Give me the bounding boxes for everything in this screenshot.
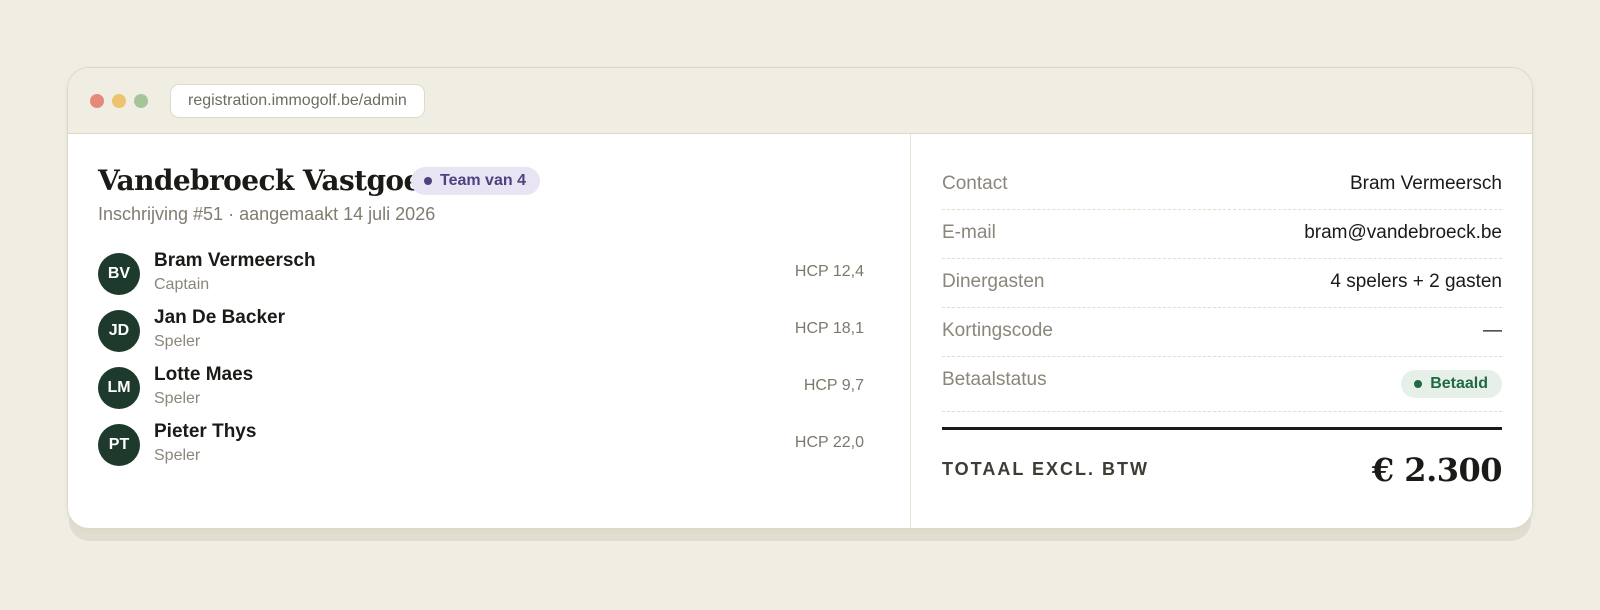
dinner-guests-value: 4 spelers + 2 gasten bbox=[1330, 271, 1502, 292]
player-name: Jan De Backer bbox=[154, 307, 285, 328]
player-handicap: HCP 22,0 bbox=[794, 434, 864, 451]
player-name: Lotte Maes bbox=[154, 364, 254, 385]
avatar: LM bbox=[98, 367, 140, 409]
player-row[interactable]: JD Jan De Backer Speler HCP 18,1 bbox=[98, 307, 864, 354]
bullet-icon bbox=[424, 177, 432, 185]
avatar: BV bbox=[98, 253, 140, 295]
player-row[interactable]: PT Pieter Thys Speler HCP 22,0 bbox=[98, 421, 864, 468]
dinner-guests-label: Dinergasten bbox=[942, 271, 1045, 292]
email-row: E-mail bram@vandebroeck.be bbox=[942, 210, 1502, 259]
avatar: PT bbox=[98, 424, 140, 466]
bullet-icon bbox=[1414, 380, 1423, 388]
payment-status-row: Betaalstatus Betaald bbox=[942, 357, 1502, 412]
total-label: TOTAAL EXCL. BTW bbox=[942, 459, 1149, 479]
browser-window: registration.immogolf.be/admin Vandebroe… bbox=[67, 67, 1533, 529]
team-size-label: Team van 4 bbox=[440, 172, 526, 189]
registration-panel: Vandebroeck Vastgoed Team van 4 Inschrij… bbox=[68, 134, 911, 528]
registration-subtitle: Inschrijving #51 · aangemaakt 14 juli 20… bbox=[98, 204, 436, 224]
player-handicap: HCP 18,1 bbox=[794, 320, 864, 337]
close-window-button[interactable] bbox=[90, 94, 104, 108]
payment-status-badge: Betaald bbox=[1401, 370, 1502, 398]
player-name: Pieter Thys bbox=[154, 421, 257, 442]
email-value[interactable]: bram@vandebroeck.be bbox=[1304, 222, 1502, 244]
contact-label: Contact bbox=[942, 173, 1008, 194]
company-title: Vandebroeck Vastgoed bbox=[98, 164, 440, 197]
avatar: JD bbox=[98, 310, 140, 352]
player-handicap: HCP 12,4 bbox=[794, 263, 864, 280]
team-size-badge: Team van 4 bbox=[411, 167, 540, 195]
payment-status-value: Betaald bbox=[1430, 375, 1488, 392]
dinner-guests-row: Dinergasten 4 spelers + 2 gasten bbox=[942, 259, 1502, 308]
total-divider bbox=[942, 427, 1502, 430]
discount-code-row: Kortingscode — bbox=[942, 308, 1502, 357]
minimize-window-button[interactable] bbox=[112, 94, 126, 108]
discount-code-label: Kortingscode bbox=[942, 320, 1053, 341]
details-panel: Contact Bram Vermeersch E-mail bram@vand… bbox=[912, 134, 1532, 528]
email-label: E-mail bbox=[942, 222, 996, 243]
contact-value: Bram Vermeersch bbox=[1349, 173, 1502, 194]
player-row[interactable]: BV Bram Vermeersch Captain HCP 12,4 bbox=[98, 250, 864, 297]
player-role: Speler bbox=[154, 333, 201, 350]
payment-status-label: Betaalstatus bbox=[942, 369, 1047, 390]
player-row[interactable]: LM Lotte Maes Speler HCP 9,7 bbox=[98, 364, 864, 411]
player-role: Speler bbox=[154, 447, 201, 464]
player-role: Speler bbox=[154, 390, 201, 407]
maximize-window-button[interactable] bbox=[134, 94, 148, 108]
player-role: Captain bbox=[154, 276, 210, 293]
address-bar[interactable]: registration.immogolf.be/admin bbox=[170, 84, 425, 118]
player-handicap: HCP 9,7 bbox=[803, 377, 864, 394]
contact-row: Contact Bram Vermeersch bbox=[942, 161, 1502, 210]
browser-titlebar: registration.immogolf.be/admin bbox=[68, 68, 1532, 134]
total-amount: € 2.300 bbox=[1371, 451, 1503, 489]
player-name: Bram Vermeersch bbox=[154, 250, 316, 271]
discount-code-value: — bbox=[1483, 320, 1502, 341]
